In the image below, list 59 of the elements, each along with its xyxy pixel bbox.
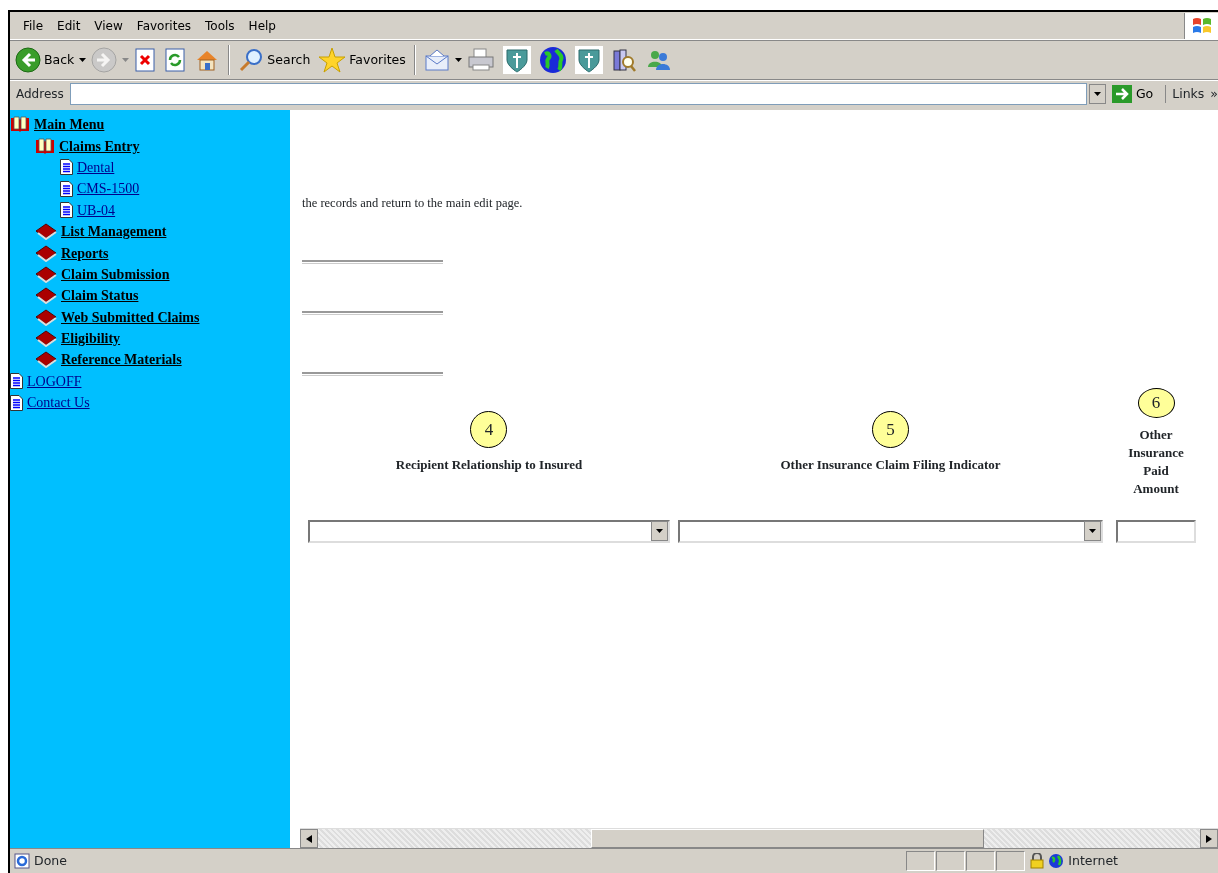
number-badge: 5 (872, 411, 909, 449)
menu-link[interactable]: CMS-1500 (77, 178, 140, 200)
amount-field[interactable] (1116, 519, 1196, 543)
dropdown-icon[interactable] (651, 521, 668, 542)
status-text: Done (34, 851, 67, 870)
menu-item[interactable]: Edit (50, 16, 88, 35)
scroll-right-icon[interactable] (1200, 829, 1218, 848)
menu-link[interactable]: Claim Status (61, 285, 139, 307)
field-label: Other Insurance Claim Filing Indicator (780, 456, 1001, 475)
select-field[interactable] (308, 519, 670, 543)
menu-item[interactable]: View (87, 16, 130, 35)
menu-link[interactable]: List Management (61, 221, 167, 243)
menu-item[interactable]: File (16, 16, 51, 35)
menu-link[interactable]: Reference Materials (61, 349, 182, 371)
menu-item[interactable]: Tools (198, 16, 242, 35)
menu-link[interactable]: UB-04 (77, 199, 116, 221)
star-icon[interactable] (318, 47, 347, 73)
number-badge: 4 (470, 411, 508, 449)
menu-link[interactable]: Contact Us (27, 392, 90, 414)
horizontal-scrollbar[interactable] (300, 828, 1218, 848)
status-pane (966, 851, 996, 871)
menu-link[interactable]: Claims Entry (59, 135, 140, 157)
arrow-icon[interactable] (1111, 85, 1132, 103)
status-pane (936, 851, 966, 871)
menu-link[interactable]: Main Menu (34, 114, 105, 136)
scroll-thumb[interactable] (591, 829, 984, 848)
menu-link[interactable]: Eligibility (61, 328, 121, 350)
dropdown-icon[interactable] (1088, 84, 1106, 104)
caret-icon[interactable] (454, 58, 462, 62)
back-button[interactable]: Back (12, 45, 78, 75)
caret-icon[interactable] (79, 58, 87, 62)
status-pane (906, 851, 936, 871)
field-label: Recipient Relationship to Insured (395, 456, 583, 475)
menu-link[interactable]: Reports (61, 242, 109, 264)
zone-text: Internet (1068, 851, 1118, 870)
status-pane (996, 851, 1026, 871)
menu-link[interactable]: Claim Submission (61, 263, 170, 285)
menu-item[interactable]: Help (241, 16, 283, 35)
links-label[interactable]: Links (1172, 84, 1205, 104)
instruction-text: the records and return to the main edit page. (302, 195, 524, 212)
address-label: Address (15, 86, 65, 103)
menu-link[interactable]: Dental (77, 156, 115, 178)
menu-link[interactable]: LOGOFF (27, 370, 82, 392)
menu-item[interactable]: Favorites (129, 16, 199, 35)
scroll-left-icon[interactable] (300, 829, 318, 848)
go-button[interactable]: Go (1107, 84, 1164, 104)
back-icon[interactable] (15, 47, 41, 73)
chevron-icon[interactable]: » (1210, 84, 1218, 104)
field-label: Other Insurance Paid Amount (1127, 425, 1185, 498)
search-button[interactable]: Search (235, 45, 314, 75)
address-field[interactable] (69, 83, 1087, 105)
favorites-button[interactable]: Favorites (315, 45, 409, 75)
select-field[interactable] (678, 519, 1103, 543)
globe-icon (1048, 853, 1065, 869)
menu-link[interactable]: Web Submitted Claims (61, 306, 200, 328)
number-badge: 6 (1137, 387, 1175, 418)
search-icon[interactable] (238, 47, 265, 73)
lock-icon (1030, 853, 1045, 869)
dropdown-icon[interactable] (1084, 521, 1101, 542)
